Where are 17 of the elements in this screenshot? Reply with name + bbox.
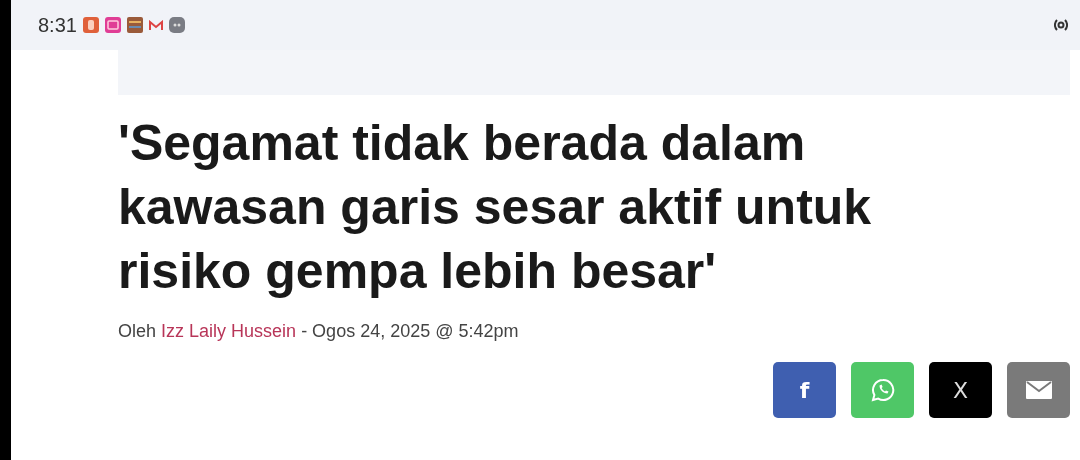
app-icon [104,17,121,33]
byline-prefix: Oleh [118,321,157,341]
whatsapp-button[interactable] [851,362,914,418]
app-icon [126,17,143,33]
facebook-button[interactable]: f [773,362,836,418]
article-headline: 'Segamat tidak berada dalam kawasan garis sesar aktif untuk risiko gempa lebih besar' [118,114,873,301]
envelope-icon [1025,381,1052,399]
email-button[interactable] [1007,362,1070,418]
article-date: - Ogos 24, 2025 @ 5:42pm [301,321,519,341]
app-icon [82,17,99,33]
hotspot-icon [1054,18,1068,32]
author-link[interactable]: Izz Laily Hussein [161,321,297,341]
status-time: 8:31 [38,13,77,37]
app-icon [168,17,185,33]
chat-bubble-icon [870,378,895,402]
x-button[interactable]: X [929,362,992,418]
mail-icon [148,19,163,31]
